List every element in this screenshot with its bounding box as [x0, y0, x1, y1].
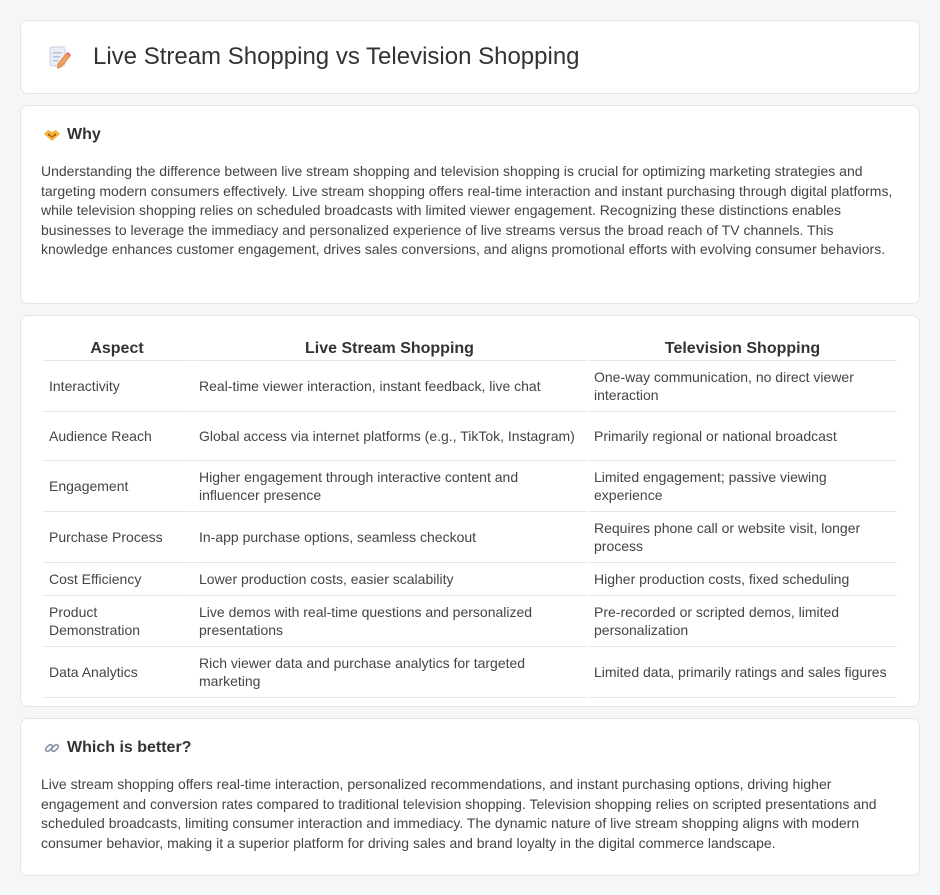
- television-cell: Limited data, primarily ratings and sale…: [588, 647, 897, 698]
- live-stream-cell: In-app purchase options, seamless checko…: [193, 512, 586, 563]
- table-row: Interactivity Real-time viewer interacti…: [43, 361, 897, 412]
- handshake-icon: [43, 126, 61, 144]
- table-row: Data Analytics Rich viewer data and purc…: [43, 647, 897, 698]
- television-cell: Limited engagement; passive viewing expe…: [588, 461, 897, 512]
- aspect-cell: Engagement: [43, 461, 191, 512]
- aspect-cell: Data Analytics: [43, 647, 191, 698]
- live-stream-cell: Live demos with real-time questions and …: [193, 596, 586, 647]
- live-stream-cell: Global access via internet platforms (e.…: [193, 412, 586, 461]
- television-cell: Higher production costs, fixed schedulin…: [588, 563, 897, 596]
- why-heading-label: Why: [67, 126, 101, 143]
- table-row: Engagement Higher engagement through int…: [43, 461, 897, 512]
- table-header-row: Aspect Live Stream Shopping Television S…: [43, 334, 897, 361]
- aspect-cell: Audience Reach: [43, 412, 191, 461]
- live-stream-cell: Rich viewer data and purchase analytics …: [193, 647, 586, 698]
- live-stream-cell: Lower production costs, easier scalabili…: [193, 563, 586, 596]
- better-heading: Which is better?: [41, 739, 899, 757]
- header-live-stream: Live Stream Shopping: [193, 334, 586, 361]
- television-cell: Pre-recorded or scripted demos, limited …: [588, 596, 897, 647]
- why-heading: Why: [41, 126, 899, 144]
- live-stream-cell: Higher engagement through interactive co…: [193, 461, 586, 512]
- television-cell: Requires phone call or website visit, lo…: [588, 512, 897, 563]
- page-title: Live Stream Shopping vs Television Shopp…: [93, 43, 580, 70]
- better-section: Which is better? Live stream shopping of…: [20, 718, 920, 876]
- better-text: Live stream shopping offers real-time in…: [41, 776, 877, 851]
- table-row: Audience Reach Global access via interne…: [43, 412, 897, 461]
- aspect-cell: Interactivity: [43, 361, 191, 412]
- aspect-cell: Product Demonstration: [43, 596, 191, 647]
- table-row: Cost Efficiency Lower production costs, …: [43, 563, 897, 596]
- header-aspect: Aspect: [43, 334, 191, 361]
- live-stream-cell: Real-time viewer interaction, instant fe…: [193, 361, 586, 412]
- table-row: Purchase Process In-app purchase options…: [43, 512, 897, 563]
- comparison-card: Aspect Live Stream Shopping Television S…: [20, 315, 920, 707]
- television-cell: One-way communication, no direct viewer …: [588, 361, 897, 412]
- better-heading-label: Which is better?: [67, 739, 192, 756]
- comparison-table: Aspect Live Stream Shopping Television S…: [41, 334, 899, 698]
- header-television: Television Shopping: [588, 334, 897, 361]
- aspect-cell: Cost Efficiency: [43, 563, 191, 596]
- link-icon: [43, 739, 61, 757]
- aspect-cell: Purchase Process: [43, 512, 191, 563]
- document-pencil-icon: [45, 43, 73, 71]
- table-row: Product Demonstration Live demos with re…: [43, 596, 897, 647]
- why-text: Understanding the difference between liv…: [41, 163, 893, 257]
- television-cell: Primarily regional or national broadcast: [588, 412, 897, 461]
- why-section: Why Understanding the difference between…: [20, 105, 920, 304]
- header-card: Live Stream Shopping vs Television Shopp…: [20, 20, 920, 94]
